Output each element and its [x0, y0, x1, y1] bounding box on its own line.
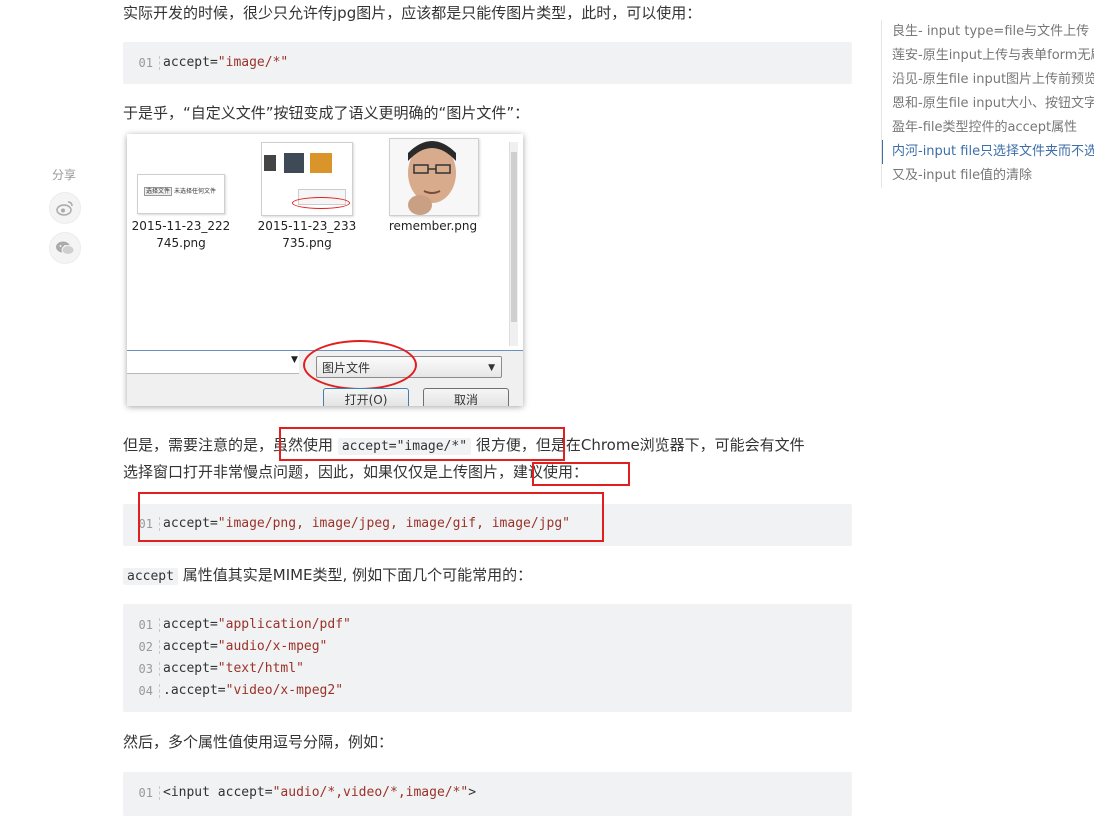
line-number: 01 — [138, 56, 153, 70]
line-number: 04 — [138, 684, 153, 698]
file-thumbnail — [261, 142, 353, 216]
wechat-icon — [56, 241, 75, 255]
thumb-caption: 未选择任何文件 — [173, 188, 216, 195]
file-thumbnail: 选择文件 未选择任何文件 — [137, 174, 225, 214]
paragraph-mime: accept 属性值其实是MIME类型, 例如下面几个可能常用的： — [123, 562, 532, 590]
thumb-choose-button: 选择文件 — [144, 187, 173, 196]
code-line: accept="application/pdf" — [163, 617, 351, 632]
chevron-down-icon: ▼ — [488, 363, 495, 373]
dialog-scrollbar[interactable] — [509, 142, 518, 346]
red-highlight-box — [532, 462, 630, 486]
code-block-accept-image: 01 accept="image/*" — [123, 42, 852, 84]
paragraph-intro: 实际开发的时候，很少只允许传jpg图片，应该都是只能传图片类型，此时，可以使用： — [123, 4, 702, 22]
toc-item[interactable]: 又及-input file值的清除 — [882, 164, 1094, 188]
toc-item[interactable]: 良生- input type=file与文件上传 — [882, 20, 1094, 44]
line-number: 01 — [138, 618, 153, 632]
code-line: accept="audio/x-mpeg" — [163, 639, 328, 654]
toc-item-active[interactable]: 内河-input file只选择文件夹而不选文件 — [882, 140, 1094, 164]
inline-code: accept — [123, 568, 178, 585]
code-line: <input accept="audio/*,video/*,image/*"> — [163, 785, 477, 800]
code-block-multi-accept: 01 <input accept="audio/*,video/*,image/… — [123, 772, 852, 816]
line-number: 01 — [138, 786, 153, 800]
code-block-mime-examples: 01 accept="application/pdf" 02 accept="a… — [123, 604, 852, 712]
weibo-share-button[interactable] — [50, 193, 80, 223]
code-line: accept="text/html" — [163, 661, 304, 676]
line-number: 02 — [138, 640, 153, 654]
red-highlight-ellipse — [303, 340, 417, 390]
chevron-down-icon[interactable]: ▼ — [291, 355, 298, 365]
toc-item[interactable]: 沿见-原生file input图片上传前预览 — [882, 68, 1094, 92]
paragraph-image-file: 于是乎，“自定义文件”按钮变成了语义更明确的“图片文件”： — [123, 104, 530, 122]
file-dialog-screenshot: 选择文件 未选择任何文件 2015-11-23_222 745.png 2015-… — [127, 134, 523, 406]
cancel-button[interactable]: 取消 — [423, 388, 509, 406]
toc-item[interactable]: 莲安-原生input上传与表单form无刷新 — [882, 44, 1094, 68]
line-number: 03 — [138, 662, 153, 676]
paragraph-multiple-values: 然后，多个属性值使用逗号分隔，例如： — [123, 733, 394, 751]
red-highlight-box — [279, 427, 565, 461]
photo-thumbnail — [389, 138, 479, 216]
paragraph-chrome-note-line2: 选择窗口打开非常慢点问题，因此，如果仅仅是上传图片，建议使用： — [123, 463, 589, 481]
red-highlight-box — [138, 492, 604, 542]
toc-item[interactable]: 恩和-原生file input大小、按钮文字 — [882, 92, 1094, 116]
code-line: .accept="video/x-mpeg2" — [163, 683, 344, 698]
wechat-share-button[interactable] — [50, 233, 80, 263]
toc-item[interactable]: 盈年-file类型控件的accept属性 — [882, 116, 1094, 140]
share-label: 分享 — [52, 168, 77, 182]
file-name: 2015-11-23_233 735.png — [257, 219, 357, 250]
weibo-icon — [56, 201, 73, 216]
file-name: remember.png — [388, 219, 478, 233]
code-line: accept="image/*" — [163, 55, 289, 70]
file-name: 2015-11-23_222 745.png — [131, 219, 231, 250]
related-articles-toc: 良生- input type=file与文件上传 莲安-原生input上传与表单… — [881, 20, 1094, 188]
open-button[interactable]: 打开(O) — [323, 388, 409, 406]
